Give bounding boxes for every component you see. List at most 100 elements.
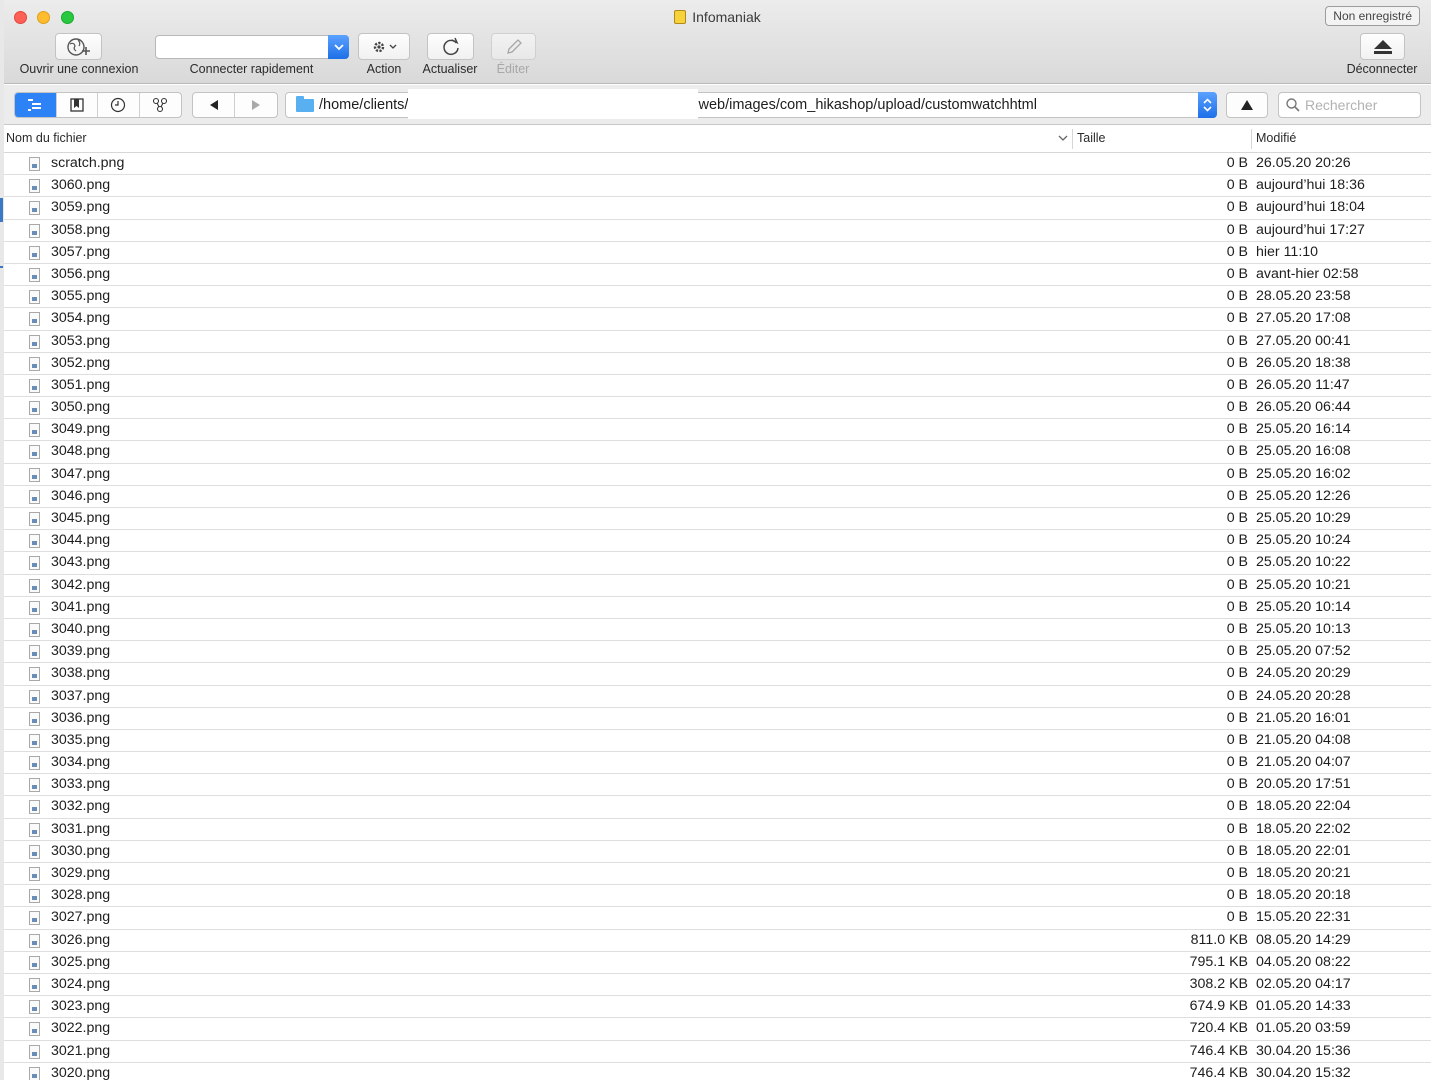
column-header-name[interactable]: Nom du fichier	[6, 126, 87, 153]
file-size: 0 B	[1226, 909, 1248, 926]
file-row[interactable]: 3045.png 0 B 25.05.20 10:29	[4, 508, 1431, 531]
file-row[interactable]: 3037.png 0 B 24.05.20 20:28	[4, 686, 1431, 708]
file-row[interactable]: 3036.png 0 B 21.05.20 16:01	[4, 708, 1431, 730]
file-row[interactable]: 3028.png 0 B 18.05.20 20:18	[4, 885, 1431, 908]
file-row[interactable]: 3026.png 811.0 KB 08.05.20 14:29	[4, 930, 1431, 952]
file-row[interactable]: 3050.png 0 B 26.05.20 06:44	[4, 397, 1431, 420]
file-size: 0 B	[1226, 443, 1248, 460]
file-row[interactable]: 3042.png 0 B 25.05.20 10:21	[4, 575, 1431, 597]
up-down-chevron-icon[interactable]	[1198, 92, 1217, 118]
file-modified: 27.05.20 00:41	[1256, 332, 1351, 349]
disconnect-label: Déconnecter	[1346, 62, 1418, 76]
back-button[interactable]	[193, 93, 236, 117]
chevron-down-icon[interactable]	[1058, 126, 1068, 153]
column-divider[interactable]	[1251, 129, 1252, 149]
file-row[interactable]: 3038.png 0 B 24.05.20 20:29	[4, 663, 1431, 686]
file-modified: 25.05.20 10:22	[1256, 554, 1351, 571]
path-start: /home/clients/	[319, 97, 409, 113]
file-row[interactable]: 3033.png 0 B 20.05.20 17:51	[4, 774, 1431, 797]
file-row[interactable]: scratch.png 0 B 26.05.20 20:26	[4, 153, 1431, 176]
file-row[interactable]: 3027.png 0 B 15.05.20 22:31	[4, 907, 1431, 930]
image-file-icon	[29, 778, 40, 793]
bookmarks-tab[interactable]	[57, 93, 98, 117]
file-row[interactable]: 3056.png 0 B avant-hier 02:58	[4, 264, 1431, 287]
column-divider[interactable]	[1072, 129, 1073, 149]
file-modified: 28.05.20 23:58	[1256, 288, 1351, 305]
file-row[interactable]: 3023.png 674.9 KB 01.05.20 14:33	[4, 996, 1431, 1019]
file-row[interactable]: 3059.png 0 B aujourd’hui 18:04	[4, 197, 1431, 220]
file-row[interactable]: 3058.png 0 B aujourd’hui 17:27	[4, 220, 1431, 242]
open-connection-button[interactable]	[55, 33, 102, 60]
view-mode-segmented-control[interactable]	[14, 92, 182, 118]
file-row[interactable]: 3051.png 0 B 26.05.20 11:47	[4, 375, 1431, 398]
path-select[interactable]: /home/clients/ web/images/com_hikashop/u…	[285, 89, 1217, 119]
file-row[interactable]: 3043.png 0 B 25.05.20 10:22	[4, 552, 1431, 575]
file-size: 674.9 KB	[1189, 998, 1248, 1015]
forward-button[interactable]	[235, 93, 277, 117]
file-row[interactable]: 3041.png 0 B 25.05.20 10:14	[4, 597, 1431, 619]
file-row[interactable]: 3048.png 0 B 25.05.20 16:08	[4, 441, 1431, 464]
image-file-icon	[29, 223, 40, 238]
file-row[interactable]: 3039.png 0 B 25.05.20 07:52	[4, 641, 1431, 664]
file-row[interactable]: 3057.png 0 B hier 11:10	[4, 242, 1431, 264]
disconnect-button[interactable]	[1360, 33, 1405, 60]
file-name: 3020.png	[51, 1064, 111, 1080]
file-row[interactable]: 3024.png 308.2 KB 02.05.20 04:17	[4, 974, 1431, 997]
gear-icon	[373, 41, 397, 52]
chevron-down-icon[interactable]	[328, 35, 349, 59]
parent-directory-button[interactable]	[1226, 92, 1268, 118]
file-list[interactable]: scratch.png 0 B 26.05.20 20:26 3060.png …	[4, 153, 1431, 1080]
column-header-modified[interactable]: Modifié	[1256, 126, 1296, 153]
file-modified: 25.05.20 10:24	[1256, 532, 1351, 549]
file-name: 3045.png	[51, 510, 111, 526]
file-name: 3057.png	[51, 243, 111, 260]
file-name: 3054.png	[51, 310, 111, 327]
file-row[interactable]: 3047.png 0 B 25.05.20 16:02	[4, 464, 1431, 486]
file-row[interactable]: 3049.png 0 B 25.05.20 16:14	[4, 419, 1431, 442]
file-row[interactable]: 3021.png 746.4 KB 30.04.20 15:36	[4, 1041, 1431, 1063]
history-tab[interactable]	[98, 93, 140, 117]
file-row[interactable]: 3052.png 0 B 26.05.20 18:38	[4, 353, 1431, 375]
file-size: 0 B	[1226, 643, 1248, 660]
file-row[interactable]: 3034.png 0 B 21.05.20 04:07	[4, 752, 1431, 775]
action-button[interactable]	[358, 33, 410, 60]
file-row[interactable]: 3060.png 0 B aujourd’hui 18:36	[4, 175, 1431, 198]
file-row[interactable]: 3025.png 795.1 KB 04.05.20 08:22	[4, 952, 1431, 974]
registration-badge[interactable]: Non enregistré	[1325, 6, 1420, 26]
file-modified: 26.05.20 20:26	[1256, 155, 1351, 171]
edit-button[interactable]	[491, 33, 536, 60]
file-name: 3048.png	[51, 443, 111, 460]
bonjour-tab[interactable]	[140, 93, 181, 117]
file-name: 3025.png	[51, 953, 111, 970]
file-row[interactable]: 3031.png 0 B 18.05.20 22:02	[4, 819, 1431, 841]
column-header-size[interactable]: Taille	[1077, 126, 1106, 153]
file-row[interactable]: 3054.png 0 B 27.05.20 17:08	[4, 308, 1431, 331]
folder-icon	[296, 95, 314, 112]
image-file-icon	[29, 334, 40, 349]
history-navigation-control[interactable]	[192, 92, 278, 118]
image-file-icon	[29, 933, 40, 948]
browser-view-tab[interactable]	[15, 93, 57, 117]
quick-connect-select[interactable]	[155, 35, 349, 59]
file-name: 3024.png	[51, 975, 111, 992]
search-field[interactable]: Rechercher	[1278, 92, 1421, 118]
file-name: 3050.png	[51, 399, 111, 416]
file-row[interactable]: 3044.png 0 B 25.05.20 10:24	[4, 530, 1431, 553]
file-row[interactable]: 3020.png 746.4 KB 30.04.20 15:32	[4, 1063, 1431, 1080]
file-row[interactable]: 3035.png 0 B 21.05.20 04:08	[4, 730, 1431, 753]
up-arrow-icon	[1241, 100, 1253, 110]
refresh-button[interactable]	[427, 33, 474, 60]
file-row[interactable]: 3040.png 0 B 25.05.20 10:13	[4, 619, 1431, 642]
file-row[interactable]: 3029.png 0 B 18.05.20 20:21	[4, 863, 1431, 886]
file-row[interactable]: 3022.png 720.4 KB 01.05.20 03:59	[4, 1018, 1431, 1041]
file-row[interactable]: 3032.png 0 B 18.05.20 22:04	[4, 796, 1431, 819]
file-row[interactable]: 3030.png 0 B 18.05.20 22:01	[4, 841, 1431, 863]
search-placeholder: Rechercher	[1305, 97, 1378, 113]
file-row[interactable]: 3055.png 0 B 28.05.20 23:58	[4, 286, 1431, 309]
image-file-icon	[29, 1022, 40, 1037]
file-row[interactable]: 3053.png 0 B 27.05.20 00:41	[4, 331, 1431, 353]
file-size: 0 B	[1226, 865, 1248, 881]
file-size: 0 B	[1226, 731, 1248, 748]
file-size: 0 B	[1226, 510, 1248, 526]
file-row[interactable]: 3046.png 0 B 25.05.20 12:26	[4, 486, 1431, 508]
